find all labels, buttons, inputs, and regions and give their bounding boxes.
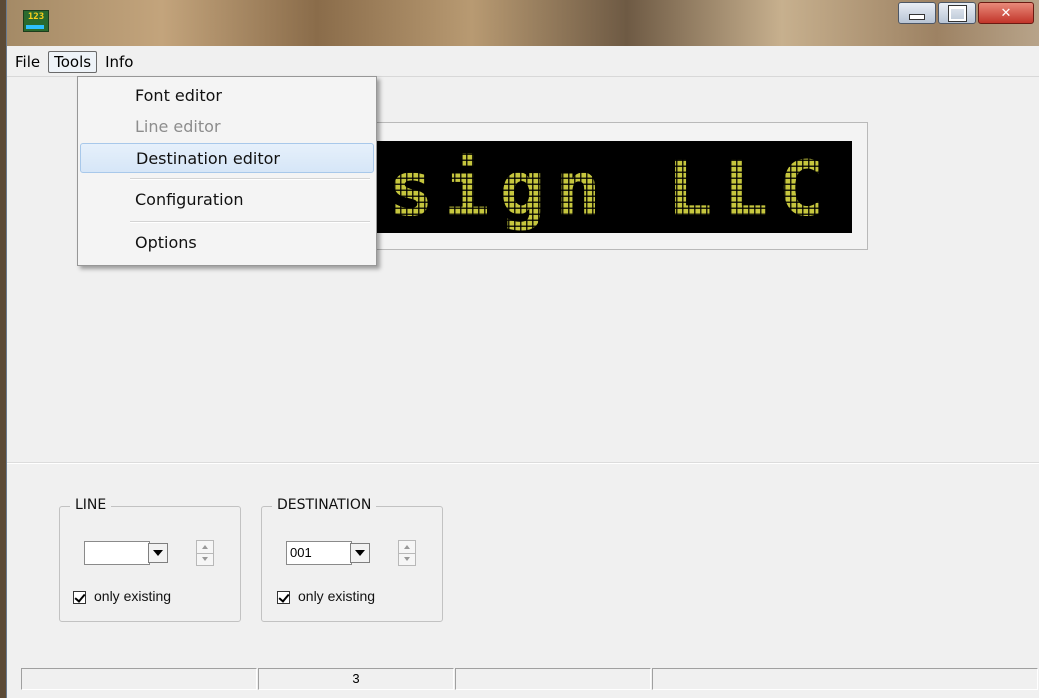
status-cell-count: 3 bbox=[258, 668, 454, 690]
menu-item-font-editor[interactable]: Font editor bbox=[80, 81, 374, 111]
line-only-existing-checkbox[interactable] bbox=[73, 591, 86, 604]
menu-separator bbox=[130, 178, 370, 180]
tools-dropdown-menu: Font editor Line editor Destination edit… bbox=[77, 76, 377, 266]
sign-preview-frame: nsign LLC bbox=[355, 122, 868, 250]
destination-group-title: DESTINATION bbox=[272, 497, 377, 513]
app-window: 123 ✕ File Tools Info nsign LLC LINE onl… bbox=[6, 0, 1039, 698]
menu-item-configuration[interactable]: Configuration bbox=[80, 185, 374, 215]
destination-select-dropdown-icon[interactable] bbox=[350, 543, 370, 563]
line-spinner[interactable] bbox=[196, 540, 214, 566]
destination-select[interactable]: 001 bbox=[286, 541, 352, 565]
window-controls: ✕ bbox=[898, 2, 1034, 26]
close-button[interactable]: ✕ bbox=[978, 2, 1034, 24]
menu-item-options[interactable]: Options bbox=[80, 228, 374, 258]
menu-item-line-editor: Line editor bbox=[135, 117, 221, 136]
led-sign-display: nsign LLC bbox=[364, 141, 852, 233]
destination-only-existing-checkbox[interactable] bbox=[277, 591, 290, 604]
section-divider bbox=[7, 462, 1039, 464]
spinner-down-icon[interactable] bbox=[399, 553, 415, 565]
status-cell bbox=[455, 668, 651, 690]
menu-item-destination-editor[interactable]: Destination editor bbox=[80, 143, 374, 173]
menu-file[interactable]: File bbox=[9, 51, 46, 73]
menu-info[interactable]: Info bbox=[99, 51, 139, 73]
status-cell bbox=[21, 668, 257, 690]
line-select-dropdown-icon[interactable] bbox=[148, 543, 168, 563]
led-sign-text: nsign LLC bbox=[364, 144, 834, 233]
title-bar[interactable]: 123 ✕ bbox=[7, 0, 1039, 46]
menu-separator bbox=[130, 221, 370, 223]
destination-only-existing-label: only existing bbox=[298, 588, 376, 604]
app-icon[interactable]: 123 bbox=[23, 10, 49, 32]
destination-group: DESTINATION 001 only existing bbox=[261, 497, 443, 622]
line-group-title: LINE bbox=[70, 497, 112, 513]
maximize-icon bbox=[948, 5, 966, 21]
menu-tools[interactable]: Tools bbox=[48, 51, 98, 73]
minimize-button[interactable] bbox=[898, 2, 936, 24]
maximize-button[interactable] bbox=[938, 2, 976, 24]
line-group: LINE only existing bbox=[59, 497, 241, 622]
minimize-icon bbox=[909, 14, 925, 20]
status-bar: 3 bbox=[7, 666, 1039, 692]
status-cell bbox=[652, 668, 1038, 690]
destination-spinner[interactable] bbox=[398, 540, 416, 566]
line-select[interactable] bbox=[84, 541, 150, 565]
line-only-existing-label: only existing bbox=[94, 588, 172, 604]
close-icon: ✕ bbox=[1000, 5, 1012, 21]
menu-bar: File Tools Info bbox=[7, 48, 1039, 77]
spinner-down-icon[interactable] bbox=[197, 553, 213, 565]
